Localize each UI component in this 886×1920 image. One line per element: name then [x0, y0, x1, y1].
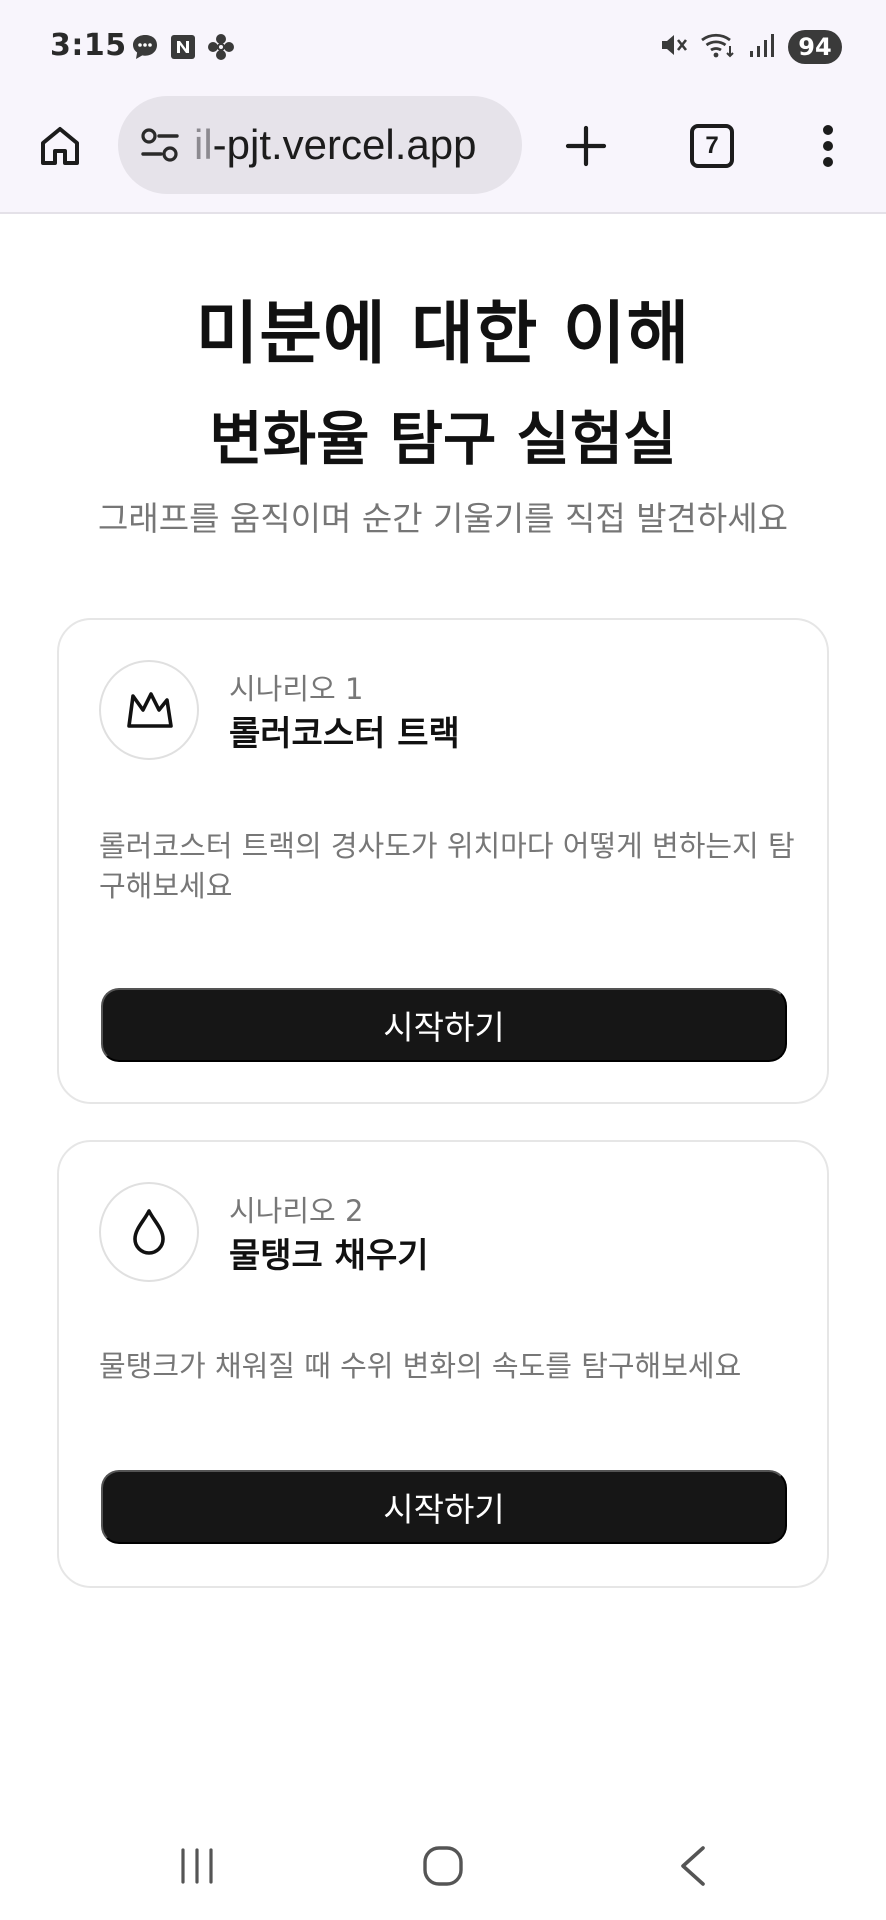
- battery-indicator: 94: [788, 30, 842, 64]
- browser-menu-button[interactable]: [800, 116, 856, 176]
- home-circle-icon: [423, 1846, 463, 1886]
- page-title: 미분에 대한 이해: [195, 295, 691, 374]
- tab-switcher-button[interactable]: 7: [682, 116, 742, 176]
- scenario-kicker: 시나리오 2: [229, 1194, 364, 1228]
- mountain-icon: [127, 692, 173, 728]
- url-faded-text: il: [194, 121, 213, 168]
- scenario-icon-badge: [99, 1182, 199, 1282]
- url-bar[interactable]: il-pjt.vercel.app: [118, 96, 522, 194]
- system-nav-bar: [0, 1810, 886, 1920]
- status-time: 3:15: [50, 28, 127, 63]
- n-app-icon: [170, 34, 196, 64]
- scenario-description: 물탱크가 채워질 때 수위 변화의 속도를 탐구해보세요: [99, 1349, 742, 1383]
- home-button[interactable]: [30, 116, 90, 176]
- page-subtitle: 변화율 탐구 실험실: [209, 405, 677, 473]
- url-text[interactable]: il-pjt.vercel.app: [194, 121, 476, 169]
- scenario-card-roller-coaster: 시나리오 1 롤러코스터 트랙 롤러코스터 트랙의 경사도가 위치마다 어떻게 …: [57, 618, 829, 1104]
- recent-apps-button[interactable]: [162, 1836, 232, 1896]
- browser-chrome: 3:15 94 il-pjt.vercel.app 7: [0, 0, 886, 214]
- scenario-kicker: 시나리오 1: [229, 672, 364, 706]
- page: 3:15 94 il-pjt.vercel.app 7 미분에 대한 이해 변화…: [0, 0, 886, 1920]
- droplet-icon: [133, 1209, 165, 1255]
- scenario-name: 롤러코스터 트랙: [229, 714, 460, 754]
- recent-apps-icon: [181, 1848, 213, 1884]
- chat-bubble-icon: [130, 32, 160, 66]
- mute-icon: [658, 30, 688, 64]
- pinwheel-icon: [206, 32, 236, 66]
- start-button-water-tank[interactable]: 시작하기: [101, 1470, 787, 1544]
- home-icon: [41, 127, 79, 165]
- status-bar: 3:15 94: [0, 0, 886, 96]
- site-settings-icon[interactable]: [138, 123, 182, 167]
- new-tab-button[interactable]: [556, 116, 616, 176]
- more-vertical-icon: [823, 125, 833, 167]
- back-button[interactable]: [658, 1836, 728, 1896]
- browser-toolbar: il-pjt.vercel.app 7: [0, 96, 886, 214]
- url-main-text: -pjt.vercel.app: [212, 121, 477, 168]
- system-icons: 94: [658, 30, 842, 64]
- scenario-card-water-tank: 시나리오 2 물탱크 채우기 물탱크가 채워질 때 수위 변화의 속도를 탐구해…: [57, 1140, 829, 1588]
- scenario-name: 물탱크 채우기: [229, 1236, 429, 1276]
- scenario-icon-badge: [99, 660, 199, 760]
- plus-icon: [565, 125, 607, 167]
- notification-icons: [130, 32, 236, 66]
- wifi-icon: [700, 30, 736, 64]
- scenario-description: 롤러코스터 트랙의 경사도가 위치마다 어떻게 변하는지 탐구해보세요: [99, 829, 795, 903]
- start-button-roller-coaster[interactable]: 시작하기: [101, 988, 787, 1062]
- signal-icon: [748, 31, 776, 63]
- tab-count: 7: [690, 124, 734, 168]
- home-nav-button[interactable]: [408, 1836, 478, 1896]
- page-tagline: 그래프를 움직이며 순간 기울기를 직접 발견하세요: [97, 499, 788, 538]
- back-chevron-icon: [681, 1846, 705, 1886]
